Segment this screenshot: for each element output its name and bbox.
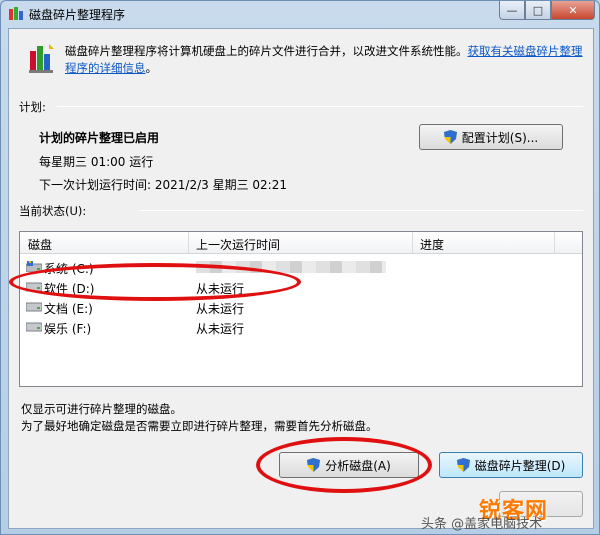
disk-last-run: 从未运行 bbox=[196, 302, 245, 316]
uac-shield-icon bbox=[443, 130, 457, 144]
client-area: 磁盘碎片整理程序将计算机硬盘上的碎片文件进行合并，以改进文件系统性能。获取有关磁… bbox=[8, 28, 594, 529]
column-separator[interactable] bbox=[412, 232, 413, 254]
disk-row-f[interactable]: 娱乐 (F:) 从未运行 bbox=[20, 317, 582, 337]
disk-row-c[interactable]: 系统 (C:) bbox=[20, 257, 582, 277]
uac-shield-icon bbox=[456, 458, 470, 472]
schedule-divider bbox=[57, 106, 583, 107]
footer-note-eligible: 仅显示可进行碎片整理的磁盘。 bbox=[21, 402, 182, 416]
schedule-status: 计划的碎片整理已启用 bbox=[39, 131, 160, 145]
drive-icon bbox=[26, 322, 42, 332]
defragment-disk-button[interactable]: 磁盘碎片整理(D) bbox=[439, 452, 583, 478]
caption-buttons: — □ ✕ bbox=[499, 1, 595, 21]
disk-last-run: 从未运行 bbox=[196, 322, 245, 336]
maximize-button[interactable]: □ bbox=[525, 1, 551, 20]
column-separator[interactable] bbox=[188, 232, 189, 254]
analyze-disk-button[interactable]: 分析磁盘(A) bbox=[279, 452, 419, 478]
title-bar[interactable]: 磁盘碎片整理程序 — □ ✕ bbox=[1, 1, 599, 27]
configure-schedule-label: 配置计划(S)... bbox=[461, 130, 539, 145]
disk-name: 文档 (E:) bbox=[44, 302, 93, 316]
intro-description: 磁盘碎片整理程序将计算机硬盘上的碎片文件进行合并，以改进文件系统性能。 bbox=[65, 44, 468, 58]
column-header-progress[interactable]: 进度 bbox=[420, 236, 444, 253]
analyze-disk-label: 分析磁盘(A) bbox=[325, 458, 391, 473]
disk-row-d[interactable]: 软件 (D:) 从未运行 bbox=[20, 277, 582, 297]
schedule-frequency: 每星期三 01:00 运行 bbox=[39, 155, 154, 169]
disk-last-run: 从未运行 bbox=[196, 282, 245, 296]
defrag-app-icon bbox=[9, 7, 23, 20]
intro-period: 。 bbox=[145, 61, 158, 75]
disk-name: 娱乐 (F:) bbox=[44, 322, 92, 336]
configure-schedule-button[interactable]: 配置计划(S)... bbox=[419, 124, 563, 150]
column-header-disk[interactable]: 磁盘 bbox=[28, 236, 52, 253]
disk-list[interactable]: 磁盘 上一次运行时间 进度 系统 (C:) 软件 (D:) 从未运行 文档 (E… bbox=[19, 231, 583, 387]
defrag-window: 磁盘碎片整理程序 — □ ✕ 磁盘碎片整理程序将计算机硬盘上的碎片文件进行合并，… bbox=[0, 0, 600, 535]
close-button[interactable]: ✕ bbox=[551, 1, 595, 20]
column-separator[interactable] bbox=[554, 232, 555, 254]
current-status-label: 当前状态(U): bbox=[19, 204, 87, 218]
schedule-next-run: 下一次计划运行时间: 2021/2/3 星期三 02:21 bbox=[39, 178, 287, 192]
schedule-label: 计划: bbox=[19, 100, 46, 114]
window-title: 磁盘碎片整理程序 bbox=[29, 8, 126, 22]
disk-name: 软件 (D:) bbox=[44, 282, 95, 296]
uac-shield-icon bbox=[307, 458, 321, 472]
drive-icon bbox=[26, 282, 42, 292]
disk-list-header: 磁盘 上一次运行时间 进度 bbox=[20, 232, 582, 254]
watermark-caption: 头条 @盖家电脑技术 bbox=[421, 517, 543, 532]
footer-note-analyze: 为了最好地确定磁盘是否需要立即进行碎片整理，需要首先分析磁盘。 bbox=[21, 419, 378, 433]
drive-icon bbox=[26, 302, 42, 312]
system-drive-icon bbox=[26, 261, 42, 272]
intro-text: 磁盘碎片整理程序将计算机硬盘上的碎片文件进行合并，以改进文件系统性能。获取有关磁… bbox=[65, 43, 585, 77]
minimize-button[interactable]: — bbox=[499, 1, 525, 20]
column-header-last-run[interactable]: 上一次运行时间 bbox=[196, 236, 280, 253]
defragment-disk-label: 磁盘碎片整理(D) bbox=[474, 458, 566, 473]
status-divider bbox=[139, 210, 583, 211]
disk-row-e[interactable]: 文档 (E:) 从未运行 bbox=[20, 297, 582, 317]
disk-name: 系统 (C:) bbox=[44, 262, 94, 276]
redacted-last-run bbox=[196, 261, 386, 273]
defrag-header-icon bbox=[29, 44, 54, 73]
